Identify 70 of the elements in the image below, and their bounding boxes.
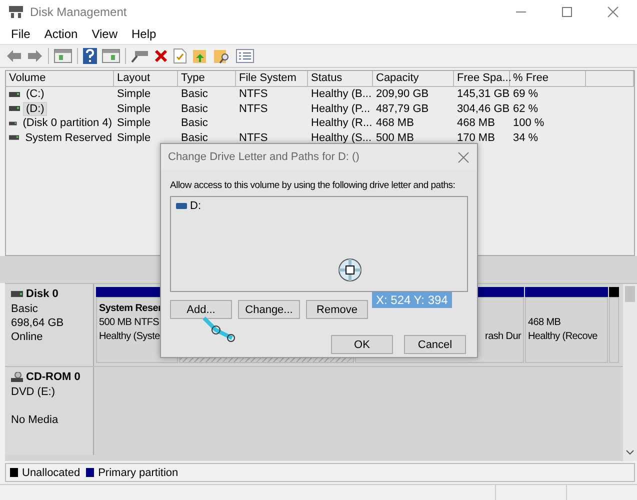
table-cell: Simple — [117, 102, 151, 115]
dialog-button[interactable]: Add... — [170, 300, 232, 319]
table-cell[interactable]: (C:) — [24, 88, 46, 100]
table-cell[interactable]: (D:) — [24, 102, 46, 115]
table-cell: NTFS — [239, 88, 268, 100]
table-cell: 100 % — [513, 117, 544, 130]
partition[interactable]: 468 MB Healthy (Recove — [525, 297, 608, 363]
table-cell: Basic — [181, 132, 208, 144]
table-cell[interactable]: System Reserved — [23, 132, 114, 144]
legend-label: Unallocated — [22, 466, 80, 478]
table-cell: Healthy (R... — [311, 117, 372, 130]
table-cell: Healthy (S... — [311, 132, 372, 144]
column-header[interactable]: % Free — [510, 71, 586, 86]
legend-label: Primary partition — [98, 466, 178, 478]
table-cell: Healthy (P... — [311, 102, 370, 115]
partition-info: Healthy (Recove — [528, 330, 598, 344]
table-cell: Simple — [117, 132, 151, 144]
table-cell: 468 MB — [457, 117, 495, 130]
table-cell: 304,46 GB — [457, 102, 510, 115]
dialog-button[interactable]: Change... — [238, 300, 300, 319]
coordinates-label: X: 524 Y: 394 — [372, 292, 452, 308]
partition-info: Healthy (Syste — [99, 330, 160, 344]
table-cell: Basic — [181, 102, 208, 115]
partition-info: 500 MB NTFS — [99, 316, 160, 330]
table-cell: 145,31 GB — [457, 88, 510, 100]
dialog-button[interactable]: Cancel — [404, 335, 466, 354]
menu-item[interactable]: Action — [37, 27, 85, 41]
table-cell[interactable]: (Disk 0 partition 4) — [20, 117, 114, 130]
table-cell: 468 MB — [376, 117, 414, 130]
table-cell: 487,79 GB — [376, 102, 429, 115]
column-header[interactable]: Status — [308, 71, 373, 86]
dialog-title: Change Drive Letter and Paths for D: () — [168, 151, 360, 163]
column-header[interactable]: Volume — [6, 71, 114, 86]
column-header[interactable]: Layout — [114, 71, 178, 86]
list-item[interactable]: D: — [176, 200, 462, 212]
disk-info: Basic — [11, 302, 39, 316]
menu-item[interactable]: View — [84, 27, 124, 41]
table-cell: Simple — [117, 117, 151, 130]
disk-name: CD-ROM 0 — [26, 371, 80, 383]
table-cell: 69 % — [513, 88, 538, 100]
partition-name: System Reser — [99, 302, 162, 316]
table-cell: Simple — [117, 88, 151, 100]
table-cell: 500 MB — [376, 132, 414, 144]
table-cell: Basic — [181, 88, 208, 100]
table-cell: Basic — [181, 117, 208, 130]
disk-info: No Media — [11, 413, 60, 427]
table-cell: 62 % — [513, 102, 538, 115]
disk-info: DVD (E:) — [11, 385, 56, 399]
column-header[interactable]: Capacity — [373, 71, 454, 86]
partition-info: rash Dur — [485, 330, 521, 344]
table-cell: 170 MB — [457, 132, 495, 144]
table-cell: 209,90 GB — [376, 88, 429, 100]
path-list[interactable]: D: — [170, 196, 468, 292]
column-header[interactable]: Free Spa... — [454, 71, 510, 86]
menu-item[interactable]: Help — [124, 27, 164, 41]
table-cell: NTFS — [239, 132, 268, 144]
column-header[interactable]: File System — [236, 71, 308, 86]
window-title: Disk Management — [30, 5, 127, 19]
table-cell: Healthy (B... — [311, 88, 372, 100]
disk-info: 698,64 GB — [11, 316, 65, 330]
dialog-prompt: Allow access to this volume by using the following drive letter and paths: — [170, 180, 456, 191]
dialog-button[interactable]: Remove — [306, 300, 368, 319]
dialog-button[interactable]: OK — [331, 335, 393, 354]
disk-info: Online — [11, 330, 44, 344]
table-cell: 34 % — [513, 132, 538, 144]
table-cell: NTFS — [239, 102, 268, 115]
column-header[interactable]: Type — [178, 71, 236, 86]
menu-item[interactable]: File — [4, 27, 38, 41]
disk-name: Disk 0 — [26, 288, 58, 300]
partition-info: 468 MB — [528, 316, 561, 330]
